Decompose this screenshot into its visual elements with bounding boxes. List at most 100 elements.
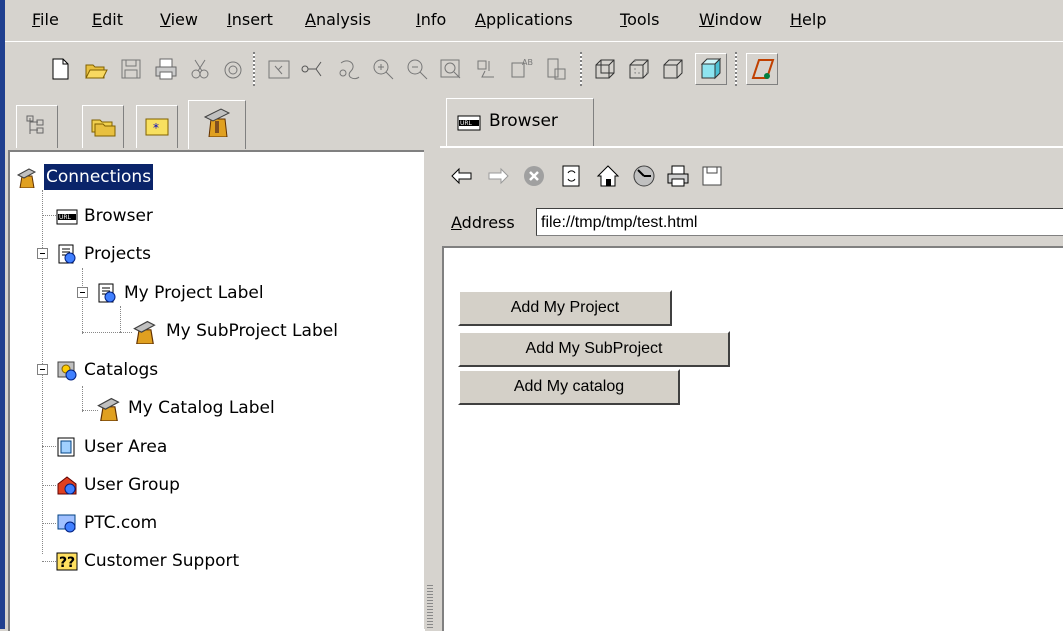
menu-analysis[interactable]: Analysis (305, 10, 371, 30)
catalogs-icon (57, 361, 77, 381)
tree-item-label: Connections (44, 164, 154, 190)
user-area-icon (57, 437, 75, 457)
wireframe-icon[interactable] (593, 57, 617, 81)
tab-browser[interactable]: URL Browser (446, 98, 594, 147)
address-bar: Address file://tmp/tmp/test.html (440, 204, 1063, 244)
web-link-icon (57, 514, 76, 533)
subproject-icon (133, 320, 156, 344)
save-icon[interactable] (119, 57, 143, 81)
tree-item-label: My Catalog Label (128, 398, 275, 418)
tab-connections[interactable] (188, 100, 246, 149)
tree-guide (82, 386, 84, 412)
menu-insert[interactable]: Insert (227, 10, 273, 30)
tree-guide (42, 485, 56, 487)
address-input[interactable]: file://tmp/tmp/test.html (536, 208, 1063, 236)
model-tree-icon (26, 115, 44, 134)
menu-edit[interactable]: Edit (92, 10, 123, 30)
svg-text:?: ? (67, 555, 75, 571)
print-icon[interactable] (154, 57, 178, 81)
address-label: Address (451, 213, 515, 232)
no-hidden-icon[interactable] (661, 57, 685, 81)
connections-tree: Connections URL Browser Projects My Proj… (8, 150, 425, 631)
toolbar-separator (735, 52, 737, 86)
favorites-icon: * (145, 118, 169, 136)
tree-guide (42, 523, 56, 525)
tree-item-label: PTC.com (84, 513, 158, 533)
menu-tools[interactable]: Tools (620, 10, 659, 30)
datum-axis-icon[interactable] (301, 57, 325, 81)
refresh-icon[interactable] (560, 164, 584, 188)
svg-text:URL: URL (460, 120, 473, 127)
browser-navbar (440, 148, 1063, 204)
collapse-toggle-my-project[interactable] (77, 287, 88, 298)
add-my-subproject-button[interactable]: Add My SubProject (458, 331, 730, 367)
tree-item-label: Customer Support (84, 551, 240, 571)
menu-window[interactable]: Window (699, 10, 762, 30)
find-icon[interactable] (221, 57, 245, 81)
catalog-icon (97, 397, 120, 421)
help-icon: ?? (56, 552, 78, 571)
toolbar-separator (253, 52, 255, 86)
stop-icon[interactable] (522, 164, 546, 188)
menu-applications[interactable]: Applications (475, 10, 573, 30)
tree-item-label: My SubProject Label (166, 321, 338, 341)
tree-item-label: Browser (84, 206, 153, 226)
zoom-out-icon[interactable] (405, 57, 429, 81)
menu-help[interactable]: Help (790, 10, 826, 30)
collapse-toggle-catalogs[interactable] (37, 364, 48, 375)
collapse-toggle-projects[interactable] (37, 248, 48, 259)
forward-arrow-icon[interactable] (486, 164, 510, 188)
datum-plane-icon[interactable] (746, 53, 778, 85)
back-arrow-icon[interactable] (450, 164, 474, 188)
tree-guide (82, 268, 84, 334)
cut-icon[interactable] (188, 57, 212, 81)
connections-icon (203, 108, 231, 137)
splitter-grip[interactable] (427, 585, 433, 629)
select-icon[interactable] (267, 57, 291, 81)
tree-item-label: Projects (84, 244, 152, 264)
menu-file[interactable]: File (32, 10, 59, 30)
new-document-icon[interactable] (48, 57, 72, 81)
add-my-project-button[interactable]: Add My Project (458, 290, 672, 326)
save-icon[interactable] (700, 164, 724, 188)
rename-icon[interactable]: AB (510, 57, 534, 81)
tab-model-tree[interactable] (16, 105, 58, 148)
home-icon[interactable] (596, 164, 620, 188)
history-icon[interactable] (632, 164, 656, 188)
tree-guide (120, 306, 122, 332)
pane-splitter[interactable] (424, 105, 438, 629)
user-group-icon (57, 476, 77, 495)
zoom-in-icon[interactable] (371, 57, 395, 81)
browser-content: Add My Project Add My SubProject Add My … (442, 246, 1063, 631)
layers-icon[interactable] (545, 57, 569, 81)
hidden-line-icon[interactable] (627, 57, 651, 81)
svg-text:AB: AB (522, 58, 533, 67)
tree-guide (42, 215, 56, 217)
svg-text:?: ? (59, 555, 67, 571)
tree-guide (120, 332, 132, 334)
print-icon[interactable] (666, 164, 690, 188)
main-toolbar: AB (5, 41, 1063, 104)
tab-favorites[interactable]: * (136, 105, 178, 148)
tree-guide (42, 446, 56, 448)
toolbar-separator (580, 52, 582, 86)
tree-guide (82, 332, 122, 334)
tab-browser-label: Browser (489, 111, 558, 131)
open-folder-icon[interactable] (84, 57, 108, 81)
url-icon: URL (457, 115, 481, 131)
shading-icon[interactable] (695, 53, 727, 85)
add-my-catalog-button[interactable]: Add My catalog (458, 369, 680, 405)
menu-info[interactable]: Info (416, 10, 446, 30)
tree-item-label: My Project Label (124, 283, 264, 303)
svg-text:URL: URL (59, 214, 72, 221)
url-icon: URL (56, 209, 78, 225)
tab-folder-browser[interactable] (82, 105, 124, 148)
projects-icon (58, 244, 76, 264)
move-icon[interactable] (475, 57, 499, 81)
connections-icon (16, 168, 37, 188)
refit-icon[interactable] (439, 57, 463, 81)
menu-view[interactable]: View (160, 10, 198, 30)
regenerate-icon[interactable] (337, 57, 361, 81)
menubar: File Edit View Insert Analysis Info Appl… (5, 0, 1063, 40)
svg-text:*: * (153, 121, 159, 135)
